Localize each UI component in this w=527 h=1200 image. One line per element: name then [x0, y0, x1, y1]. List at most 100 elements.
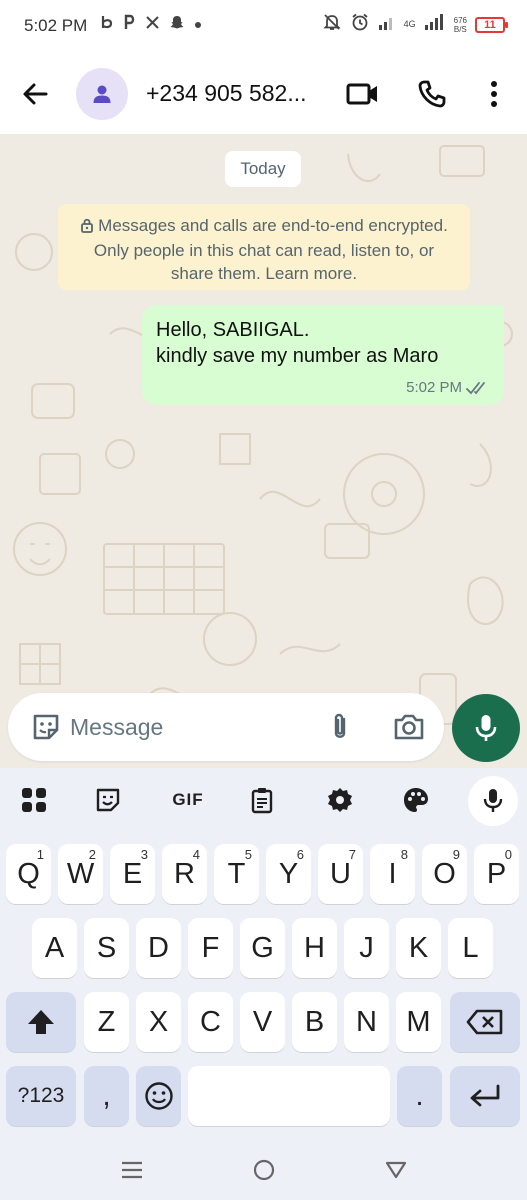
key-v[interactable]: V: [240, 992, 285, 1052]
key-z[interactable]: Z: [84, 992, 129, 1052]
key-g[interactable]: G: [240, 918, 285, 978]
sticker-icon: [96, 788, 120, 812]
key-label: K: [408, 931, 429, 964]
back-triangle-icon: [385, 1161, 407, 1179]
signal-icon-2: [424, 13, 446, 36]
nav-back-button[interactable]: [382, 1158, 410, 1182]
key-d[interactable]: D: [136, 918, 181, 978]
key-j[interactable]: J: [344, 918, 389, 978]
key-label: U: [330, 857, 351, 890]
message-line: Hello, SABIIGAL.: [156, 319, 310, 341]
menu-icon: [122, 1161, 142, 1179]
voice-message-button[interactable]: [452, 694, 520, 762]
video-call-button[interactable]: [345, 76, 381, 112]
key-y[interactable]: Y6: [266, 844, 311, 904]
key-q[interactable]: Q1: [6, 844, 51, 904]
more-options-button[interactable]: [476, 76, 512, 112]
message-meta: 5:02 PM: [406, 379, 490, 396]
home-button[interactable]: [250, 1158, 278, 1182]
key-b[interactable]: B: [292, 992, 337, 1052]
network-speed: 676 B/S: [453, 15, 467, 34]
key-hint: 3: [140, 847, 148, 862]
key-label: O: [433, 857, 456, 890]
key-e[interactable]: E3: [110, 844, 155, 904]
key-hint: 0: [504, 847, 512, 862]
key-t[interactable]: T5: [214, 844, 259, 904]
key-r[interactable]: R4: [162, 844, 207, 904]
key-label: E: [122, 857, 143, 890]
sticker-button[interactable]: [30, 711, 62, 743]
key-hint: 9: [452, 847, 460, 862]
backspace-icon: [466, 1009, 503, 1035]
key-i[interactable]: I8: [370, 844, 415, 904]
paperclip-icon: [334, 713, 346, 738]
settings-button[interactable]: [324, 784, 356, 816]
key-label: F: [201, 931, 220, 964]
space-key[interactable]: [188, 1066, 390, 1126]
apps-button[interactable]: [18, 784, 50, 816]
p-icon: [123, 14, 136, 34]
voice-call-button[interactable]: [414, 76, 450, 112]
attach-button[interactable]: [324, 711, 356, 743]
outgoing-message[interactable]: Hello, SABIIGAL. kindly save my number a…: [142, 305, 504, 405]
message-input[interactable]: [70, 707, 310, 747]
keyboard-voice-button[interactable]: [468, 776, 518, 826]
key-label: J: [359, 931, 374, 964]
key-label: B: [304, 1005, 325, 1038]
key-hint: 6: [296, 847, 304, 862]
key-f[interactable]: F: [188, 918, 233, 978]
emoji-icon: [144, 1082, 173, 1110]
double-check-icon: [466, 381, 485, 394]
key-label: R: [174, 857, 195, 890]
message-time: 5:02 PM: [406, 379, 462, 396]
key-o[interactable]: O9: [422, 844, 467, 904]
key-l[interactable]: L: [448, 918, 493, 978]
encryption-notice[interactable]: Messages and calls are end-to-end encryp…: [58, 204, 470, 290]
key-s[interactable]: S: [84, 918, 129, 978]
period-key[interactable]: .: [397, 1066, 442, 1126]
key-a[interactable]: A: [32, 918, 77, 978]
clipboard-button[interactable]: [246, 784, 278, 816]
status-bar: 5:02 PM 4G 676 B/S 11: [0, 0, 527, 52]
sticker-keyboard-button[interactable]: [92, 784, 124, 816]
theme-button[interactable]: [400, 784, 432, 816]
key-h[interactable]: H: [292, 918, 337, 978]
network-type: 4G: [403, 19, 416, 29]
recent-apps-button[interactable]: [118, 1158, 146, 1182]
key-p[interactable]: P0: [474, 844, 519, 904]
key-hint: 7: [348, 847, 356, 862]
chat-area[interactable]: Today Messages and calls are end-to-end …: [0, 134, 527, 768]
key-k[interactable]: K: [396, 918, 441, 978]
gear-icon: [328, 788, 352, 812]
gif-button[interactable]: GIF: [168, 784, 208, 816]
shift-key[interactable]: [6, 992, 76, 1052]
key-label: V: [252, 1005, 273, 1038]
back-arrow-icon: [23, 83, 48, 105]
alarm-icon: [350, 12, 370, 37]
symbols-key[interactable]: ?123: [6, 1066, 76, 1126]
emoji-key[interactable]: [136, 1066, 181, 1126]
comma-key[interactable]: ,: [84, 1066, 129, 1126]
signal-icon: [378, 13, 396, 36]
key-label: G: [251, 931, 274, 964]
mute-icon: [322, 12, 342, 37]
back-button[interactable]: [16, 74, 56, 114]
contact-name[interactable]: +234 905 582...: [146, 80, 326, 107]
key-label: M: [406, 1005, 431, 1038]
avatar[interactable]: [76, 68, 128, 120]
key-x[interactable]: X: [136, 992, 181, 1052]
keyboard-toolbar: GIF: [0, 768, 527, 832]
camera-button[interactable]: [392, 711, 426, 743]
enter-key[interactable]: [450, 1066, 520, 1126]
key-m[interactable]: M: [396, 992, 441, 1052]
x-icon: [145, 15, 160, 34]
key-c[interactable]: C: [188, 992, 233, 1052]
key-w[interactable]: W2: [58, 844, 103, 904]
backspace-key[interactable]: [450, 992, 520, 1052]
message-composer: [8, 693, 444, 761]
microphone-icon: [475, 715, 497, 741]
keyboard: GIF Q1 W2 E3 R4 T5 Y6 U7 I8 O9 P0 A S D …: [0, 768, 527, 1200]
key-u[interactable]: U7: [318, 844, 363, 904]
key-n[interactable]: N: [344, 992, 389, 1052]
key-hint: 2: [88, 847, 96, 862]
